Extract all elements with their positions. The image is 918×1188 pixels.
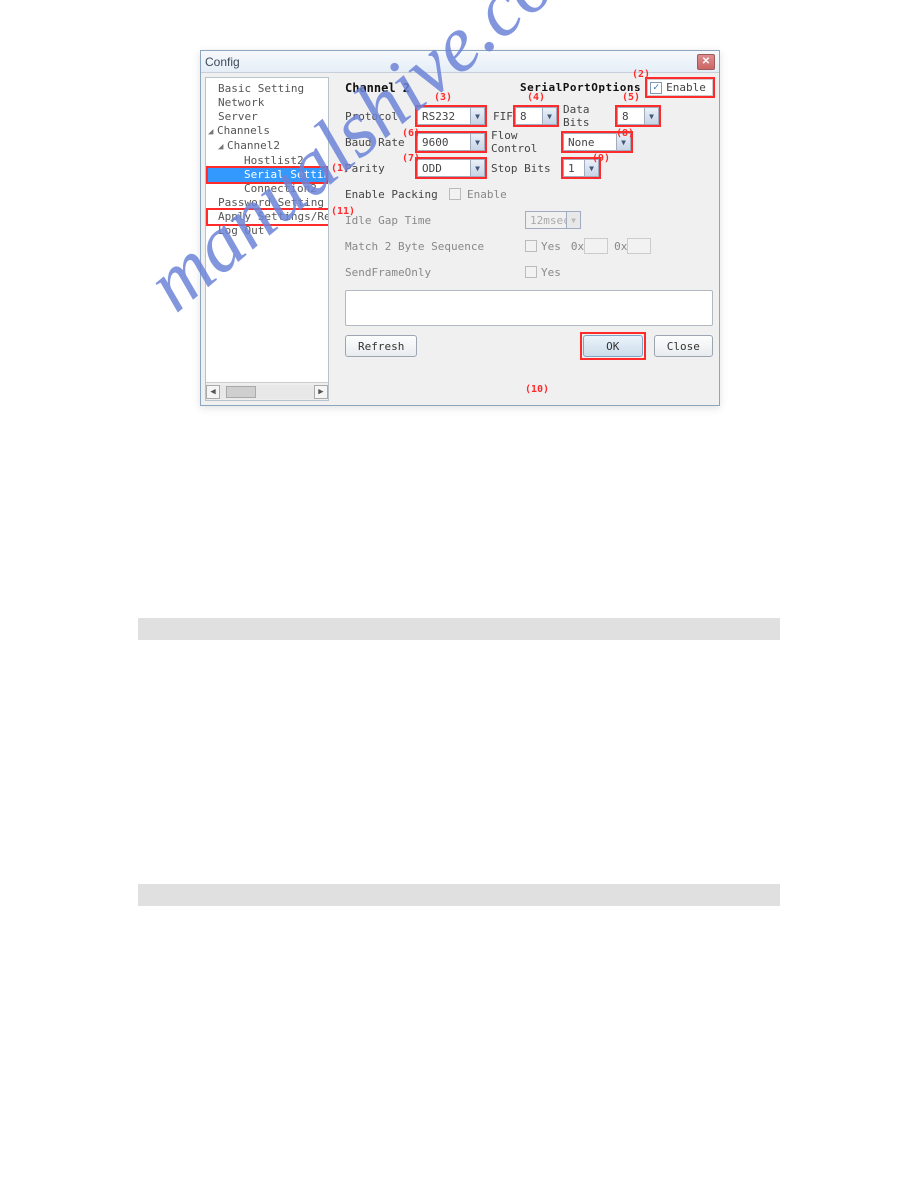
chevron-down-icon: ▼ xyxy=(584,160,598,176)
tree-item-hostlist2[interactable]: Hostlist2 xyxy=(208,154,326,168)
chevron-down-icon: ▼ xyxy=(616,134,630,150)
close-icon: ✕ xyxy=(702,56,710,67)
flow-label: Flow Control xyxy=(485,129,563,155)
tree-item-apply-settings[interactable]: Apply Settings/Rest xyxy=(208,210,328,224)
enable-checkbox-group[interactable]: ✓ Enable xyxy=(647,79,713,96)
grey-bar-1 xyxy=(138,618,780,640)
idle-gap-select: 12msec▼ xyxy=(525,211,581,229)
enable-packing-text: Enable xyxy=(461,188,507,201)
scroll-right-icon[interactable]: ▶ xyxy=(314,385,328,399)
parity-label: Parity xyxy=(345,162,417,175)
tree-item-log-out[interactable]: Log Out xyxy=(208,224,326,238)
expander-icon: ◢ xyxy=(218,140,227,154)
titlebar: Config ✕ xyxy=(201,51,719,73)
parity-select[interactable]: ODD▼ xyxy=(417,159,485,177)
idle-gap-label: Idle Gap Time xyxy=(345,214,525,227)
close-button[interactable]: Close xyxy=(654,335,713,357)
protocol-label: Protocol xyxy=(345,110,417,123)
baud-label: Baud Rate xyxy=(345,136,417,149)
chevron-down-icon: ▼ xyxy=(644,108,658,124)
tree-item-serial-setting[interactable]: Serial Settin xyxy=(208,168,326,182)
enable-label: Enable xyxy=(666,81,706,94)
ox-label-1: 0x xyxy=(571,240,584,253)
tree-item-channels[interactable]: ◢Channels xyxy=(208,124,326,139)
log-area xyxy=(345,290,713,326)
fifo-select[interactable]: 8▼ xyxy=(515,107,557,125)
tree-item-connection2[interactable]: Connection2 xyxy=(208,182,326,196)
chevron-down-icon: ▼ xyxy=(470,134,484,150)
ok-button[interactable]: OK xyxy=(583,335,643,357)
match2-label: Match 2 Byte Sequence xyxy=(345,240,525,253)
tree-item-server[interactable]: Server xyxy=(208,110,326,124)
config-window: Config ✕ Basic Setting Network Server ◢C… xyxy=(200,50,720,406)
stopbits-label: Stop Bits xyxy=(485,162,563,175)
tree-panel: Basic Setting Network Server ◢Channels ◢… xyxy=(205,77,329,401)
ox-label-2: 0x xyxy=(608,240,627,253)
sendframe-label: SendFrameOnly xyxy=(345,266,525,279)
expander-icon: ◢ xyxy=(208,125,217,139)
main-panel: (2) Channel 2 SerialPortOptions ✓ Enable… xyxy=(329,73,721,405)
tree-item-password-setting[interactable]: Password Setting xyxy=(208,196,326,210)
chevron-down-icon: ▼ xyxy=(470,108,484,124)
ox-input-1 xyxy=(584,238,608,254)
baud-select[interactable]: 9600▼ xyxy=(417,133,485,151)
scroll-thumb[interactable] xyxy=(226,386,256,398)
tree-item-network[interactable]: Network xyxy=(208,96,326,110)
tree-scrollbar[interactable]: ◀ ▶ xyxy=(206,382,328,400)
databits-label: Data Bits xyxy=(557,103,617,129)
nav-tree: Basic Setting Network Server ◢Channels ◢… xyxy=(206,78,328,382)
tree-item-channel2[interactable]: ◢Channel2 xyxy=(208,139,326,154)
databits-select[interactable]: 8▼ xyxy=(617,107,659,125)
serial-port-options-label: SerialPortOptions xyxy=(520,81,641,94)
fifo-label: FIFO xyxy=(485,110,515,123)
refresh-button[interactable]: Refresh xyxy=(345,335,417,357)
protocol-select[interactable]: RS232▼ xyxy=(417,107,485,125)
scroll-track[interactable] xyxy=(220,385,314,399)
enable-packing-label: Enable Packing xyxy=(345,188,449,201)
stopbits-select[interactable]: 1▼ xyxy=(563,159,599,177)
scroll-left-icon[interactable]: ◀ xyxy=(206,385,220,399)
chevron-down-icon: ▼ xyxy=(470,160,484,176)
enable-checkbox-icon: ✓ xyxy=(650,82,662,94)
ox-input-2 xyxy=(627,238,651,254)
chevron-down-icon: ▼ xyxy=(542,108,556,124)
window-title: Config xyxy=(205,55,697,69)
chevron-down-icon: ▼ xyxy=(566,212,580,228)
sendframe-yes: Yes xyxy=(537,266,561,279)
enable-packing-checkbox[interactable] xyxy=(449,188,461,200)
flow-select[interactable]: None▼ xyxy=(563,133,631,151)
channel-title: Channel 2 xyxy=(345,81,520,95)
sendframe-checkbox xyxy=(525,266,537,278)
annotation-10: (10) xyxy=(525,384,549,395)
tree-item-basic-setting[interactable]: Basic Setting xyxy=(208,82,326,96)
match2-yes: Yes xyxy=(537,240,571,253)
grey-bar-2 xyxy=(138,884,780,906)
window-close-button[interactable]: ✕ xyxy=(697,54,715,70)
match2-checkbox xyxy=(525,240,537,252)
